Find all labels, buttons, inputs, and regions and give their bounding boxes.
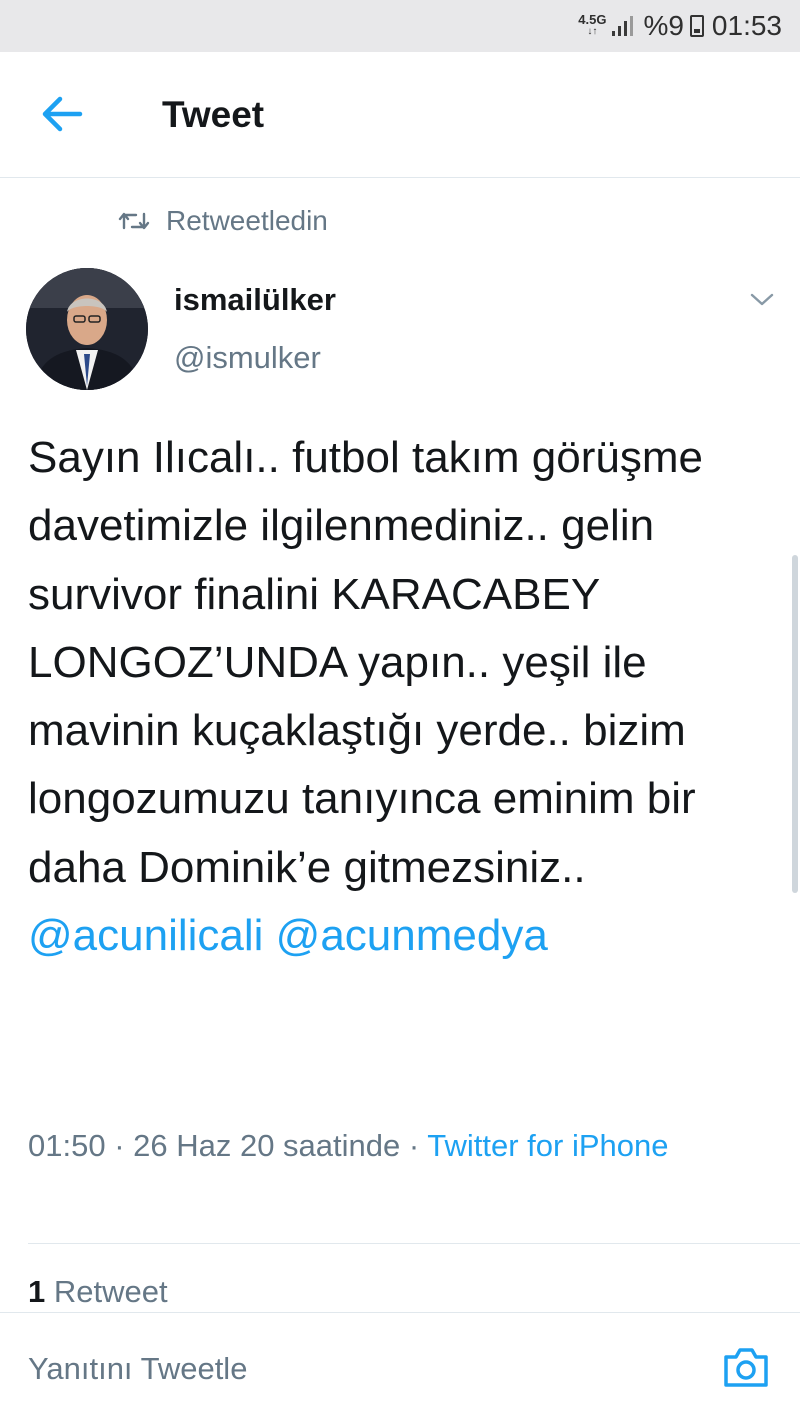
- tweet-meta: 01:50 · 26 Haz 20 saatinde · Twitter for…: [28, 1122, 748, 1170]
- signal-icon: [612, 16, 634, 36]
- author-name[interactable]: ismailülker: [174, 282, 336, 318]
- data-arrows-icon: ↓↑: [587, 26, 598, 37]
- chevron-down-icon: [750, 293, 774, 306]
- camera-icon: [724, 1348, 768, 1387]
- status-bar: 4.5G ↓↑ %9 01:53: [0, 0, 800, 52]
- battery-icon: [689, 15, 704, 37]
- reply-input[interactable]: Yanıtını Tweetle: [28, 1351, 247, 1387]
- page-title: Tweet: [162, 94, 265, 135]
- retweet-icon: [118, 212, 150, 230]
- tweet-body: Sayın Ilıcalı.. futbol takım görüşme dav…: [28, 433, 703, 892]
- avatar[interactable]: [26, 268, 148, 390]
- network-indicator: 4.5G ↓↑: [578, 12, 607, 38]
- retweet-stats[interactable]: 1 Retweet: [28, 1274, 168, 1310]
- avatar-photo: [26, 268, 148, 390]
- mention-link[interactable]: @acunmedya: [276, 911, 548, 960]
- clock: 01:53: [711, 10, 782, 41]
- battery-percent: %9: [643, 10, 684, 41]
- arrow-left-icon: [42, 96, 83, 132]
- reply-bar: Yanıtını Tweetle: [0, 1312, 800, 1423]
- tweet-text: Sayın Ilıcalı.. futbol takım görüşme dav…: [28, 424, 776, 970]
- tweet-timestamp: 01:50 · 26 Haz 20 saatinde ·: [28, 1128, 428, 1163]
- tweet-menu-button[interactable]: [748, 290, 776, 310]
- app-bar: Tweet: [0, 52, 800, 178]
- retweet-count: 1: [28, 1274, 46, 1309]
- scrollbar[interactable]: [792, 555, 798, 893]
- tweet-source-link[interactable]: Twitter for iPhone: [427, 1128, 668, 1163]
- retweet-count-label: Retweet: [53, 1274, 168, 1309]
- network-type: 4.5G: [578, 12, 607, 27]
- retweet-context: Retweetledin: [118, 205, 328, 237]
- mention-link[interactable]: @acunilicali: [28, 911, 263, 960]
- camera-button[interactable]: [722, 1345, 770, 1389]
- back-button[interactable]: [40, 94, 84, 134]
- retweet-context-label: Retweetledin: [166, 205, 328, 236]
- author-handle[interactable]: @ismulker: [174, 340, 321, 376]
- divider: [28, 1243, 800, 1244]
